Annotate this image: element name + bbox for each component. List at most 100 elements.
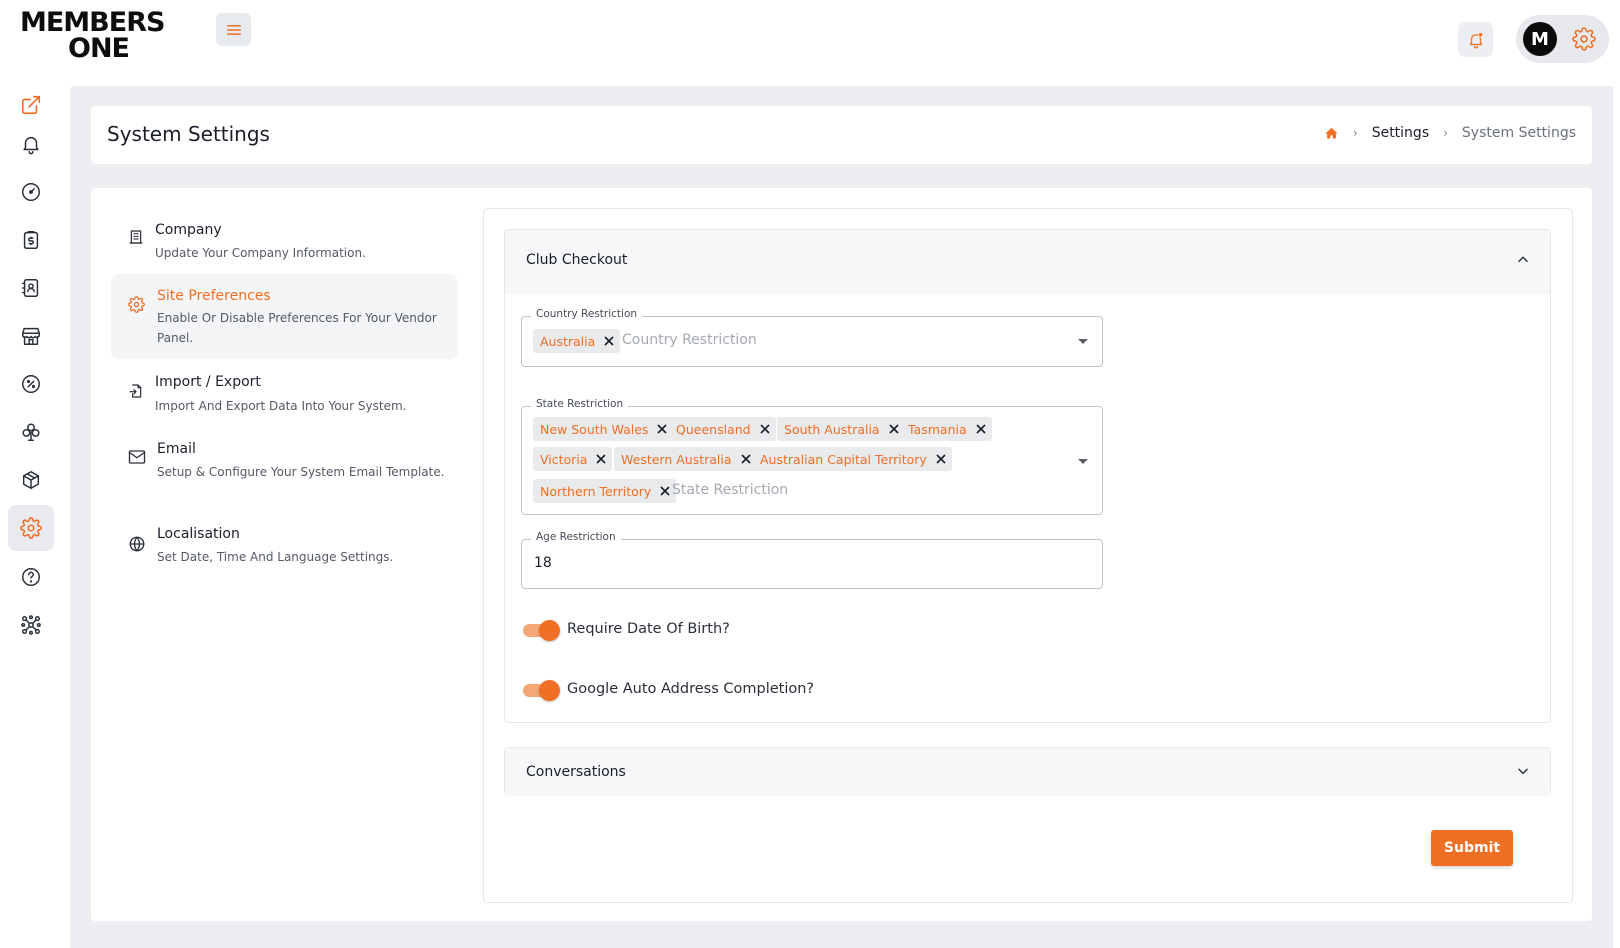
google-autocomplete-toggle[interactable] [521, 678, 561, 702]
club-icon [22, 423, 40, 441]
sidebar-item-billing[interactable] [8, 217, 54, 263]
nav-description: Enable Or Disable Preferences For Your V… [157, 311, 437, 345]
sidebar-item-contacts[interactable] [8, 265, 54, 311]
settings-nav-company[interactable]: Company Update Your Company Information. [111, 212, 458, 274]
nav-description: Update Your Company Information. [155, 246, 366, 260]
chip-state[interactable]: Northern Territory [533, 479, 677, 503]
nav-description: Setup & Configure Your System Email Temp… [157, 465, 445, 479]
nav-title: Localisation [157, 526, 240, 542]
avatar[interactable]: M [1523, 22, 1557, 56]
menu-toggle-button[interactable] [216, 13, 251, 46]
conversations-header[interactable]: Conversations [505, 748, 1550, 796]
clipboard-dollar-icon [23, 231, 39, 249]
state-restriction-select[interactable]: State Restriction New South Wales Queens… [521, 398, 1103, 515]
chip-label: New South Wales [540, 421, 649, 437]
close-icon[interactable] [657, 424, 668, 434]
page-header: System Settings › Settings › System Sett… [91, 106, 1592, 164]
breadcrumb: › Settings › System Settings [1324, 125, 1576, 141]
country-restriction-select[interactable]: Country Restriction Australia Country Re… [521, 308, 1103, 367]
close-icon[interactable] [936, 454, 946, 464]
club-checkout-header[interactable]: Club Checkout [505, 230, 1550, 294]
google-autocomplete-label: Google Auto Address Completion? [567, 681, 815, 697]
discount-icon [22, 375, 40, 393]
integrations-icon [21, 615, 41, 635]
sidebar-item-discounts[interactable] [8, 361, 54, 407]
sidebar-item-integrations[interactable] [8, 602, 54, 648]
require-dob-toggle[interactable] [521, 618, 561, 642]
settings-nav-import-export[interactable]: Import / Export Import And Export Data I… [111, 366, 458, 428]
contacts-book-icon [22, 279, 39, 297]
chip-state[interactable]: Tasmania [901, 417, 992, 441]
chip-label: Australia [540, 333, 596, 349]
globe-icon [129, 536, 145, 552]
logo-line-2: ONE [68, 33, 130, 64]
select-placeholder[interactable]: Country Restriction [622, 332, 757, 348]
store-icon [22, 327, 40, 345]
nav-title: Email [157, 441, 196, 457]
field-label: Country Restriction [531, 308, 643, 320]
age-restriction-input[interactable]: Age Restriction 18 [521, 531, 1103, 589]
help-icon [22, 568, 40, 586]
settings-nav-localisation[interactable]: Localisation Set Date, Time And Language… [111, 520, 458, 582]
bell-icon [1469, 31, 1483, 48]
age-value[interactable]: 18 [534, 555, 552, 571]
chip-state[interactable]: South Australia [777, 417, 905, 441]
chip-state[interactable]: Western Australia [614, 447, 757, 471]
mail-icon [128, 450, 146, 464]
page-title: System Settings [107, 122, 270, 146]
sidebar-item-products[interactable] [8, 457, 54, 503]
submit-button[interactable]: Submit [1431, 830, 1513, 866]
dropdown-arrow-icon[interactable] [1078, 339, 1088, 344]
chip-label: Queensland [676, 421, 751, 437]
sidebar-item-dashboard[interactable] [8, 169, 54, 215]
main-content: System Settings › Settings › System Sett… [70, 86, 1613, 948]
home-icon[interactable] [1324, 126, 1339, 141]
hamburger-icon [226, 24, 241, 35]
chip-state[interactable]: New South Wales [533, 417, 674, 441]
settings-nav-email[interactable]: Email Setup & Configure Your System Emai… [111, 434, 458, 514]
top-bar: MEMBERS ONE M [0, 0, 1620, 80]
breadcrumb-settings[interactable]: Settings [1372, 125, 1429, 141]
notifications-button[interactable] [1458, 22, 1493, 57]
profile-menu[interactable]: M [1516, 15, 1609, 63]
chip-state[interactable]: Victoria [533, 447, 613, 471]
chip-label: Victoria [540, 451, 588, 467]
sidebar-item-store[interactable] [8, 313, 54, 359]
sidebar [0, 80, 70, 948]
close-icon[interactable] [760, 424, 770, 434]
sidebar-item-settings[interactable] [8, 505, 54, 551]
settings-card: Company Update Your Company Information.… [91, 188, 1592, 921]
accordion-title: Conversations [526, 764, 626, 780]
field-label: Age Restriction [531, 531, 621, 543]
settings-icon [20, 517, 42, 539]
nav-description: Set Date, Time And Language Settings. [157, 550, 394, 564]
close-icon[interactable] [889, 424, 899, 434]
nav-title: Import / Export [155, 374, 261, 390]
close-icon[interactable] [976, 424, 986, 434]
field-label: State Restriction [531, 398, 629, 410]
nav-description: Import And Export Data Into Your System. [155, 399, 407, 413]
chip-country[interactable]: Australia [533, 329, 621, 353]
sidebar-item-help[interactable] [8, 554, 54, 600]
dropdown-arrow-icon[interactable] [1078, 459, 1088, 464]
gear-icon [128, 296, 145, 313]
brand-logo[interactable]: MEMBERS ONE [20, 9, 165, 64]
chip-state[interactable]: Australian Capital Territory [753, 447, 952, 471]
chevron-right-icon: › [1443, 126, 1448, 140]
chip-state[interactable]: Queensland [669, 417, 776, 441]
settings-nav-site-preferences[interactable]: Site Preferences Enable Or Disable Prefe… [111, 274, 458, 359]
select-placeholder[interactable]: State Restriction [672, 482, 788, 498]
chip-label: Western Australia [621, 451, 732, 467]
gear-icon[interactable] [1572, 27, 1596, 51]
close-icon[interactable] [740, 454, 751, 464]
sidebar-item-notifications[interactable] [8, 121, 54, 167]
chevron-down-icon [1518, 768, 1528, 775]
chip-label: Tasmania [908, 421, 967, 437]
close-icon[interactable] [660, 486, 670, 496]
building-icon [129, 230, 143, 244]
close-icon[interactable] [596, 454, 607, 464]
external-link-icon [21, 95, 41, 115]
sidebar-item-clubs[interactable] [8, 409, 54, 455]
chevron-up-icon [1518, 256, 1528, 263]
close-icon[interactable] [604, 336, 614, 346]
